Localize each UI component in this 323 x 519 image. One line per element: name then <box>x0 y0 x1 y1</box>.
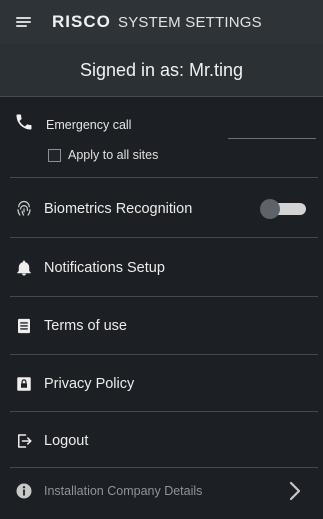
divider <box>10 354 318 355</box>
page-title: SYSTEM SETTINGS <box>118 14 262 31</box>
installation-company-item[interactable]: Installation Company Details <box>0 463 323 519</box>
emergency-call-section: Emergency call Apply to all sites <box>0 100 323 176</box>
emergency-number-input[interactable] <box>228 120 316 139</box>
info-icon <box>16 483 32 499</box>
apply-all-sites-checkbox[interactable] <box>48 149 61 162</box>
privacy-policy-item[interactable]: Privacy Policy <box>0 356 323 412</box>
notifications-setup-item[interactable]: Notifications Setup <box>0 240 323 296</box>
divider <box>10 177 318 178</box>
terms-of-use-label: Terms of use <box>44 318 127 334</box>
installation-company-label: Installation Company Details <box>44 484 203 498</box>
divider <box>10 411 318 412</box>
signed-in-banner: Signed in as: Mr.ting <box>0 44 323 97</box>
logout-icon <box>18 434 32 448</box>
bell-icon <box>17 260 31 276</box>
divider <box>10 237 318 238</box>
notifications-setup-label: Notifications Setup <box>44 260 165 276</box>
settings-screen: RISCO SYSTEM SETTINGS Signed in as: Mr.t… <box>0 0 323 519</box>
menu-icon[interactable] <box>16 17 31 28</box>
biometrics-toggle[interactable] <box>260 199 306 219</box>
biometrics-row: Biometrics Recognition <box>0 181 323 237</box>
chevron-right-icon[interactable] <box>288 480 302 502</box>
logout-label: Logout <box>44 433 89 449</box>
emergency-call-label: Emergency call <box>46 118 132 132</box>
terms-of-use-item[interactable]: Terms of use <box>0 298 323 354</box>
lock-icon <box>17 377 31 391</box>
privacy-policy-label: Privacy Policy <box>44 376 135 392</box>
phone-icon <box>16 114 32 130</box>
logout-item[interactable]: Logout <box>0 413 323 469</box>
document-icon <box>18 318 30 334</box>
apply-all-sites-label: Apply to all sites <box>68 148 159 162</box>
risco-logo: RISCO <box>52 12 111 31</box>
biometrics-label: Biometrics Recognition <box>44 201 193 217</box>
fingerprint-icon <box>17 200 31 216</box>
app-header: RISCO SYSTEM SETTINGS <box>0 0 323 45</box>
divider <box>10 296 318 297</box>
